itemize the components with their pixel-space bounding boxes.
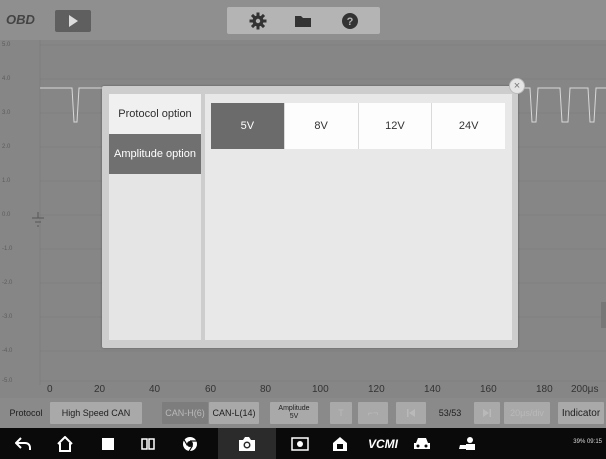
- svg-text:?: ?: [347, 16, 354, 28]
- folder-button[interactable]: [292, 10, 314, 32]
- amplitude-option-24v[interactable]: 24V: [432, 103, 505, 149]
- next-frame-button[interactable]: [474, 402, 500, 424]
- amplitude-dialog: Protocol option Amplitude option 5V 8V 1…: [102, 86, 518, 348]
- amplitude-value: 5V: [289, 413, 299, 420]
- browser-button[interactable]: [180, 434, 200, 454]
- option-values-panel: 5V 8V 12V 24V: [205, 94, 512, 340]
- vehicle-button[interactable]: [412, 434, 432, 454]
- x-axis-label: 40: [149, 384, 161, 395]
- x-axis-label: 180: [536, 384, 553, 395]
- page-counter: 53/53: [438, 408, 462, 418]
- play-button[interactable]: [55, 10, 91, 32]
- y-axis-label: -4.0: [2, 348, 13, 354]
- gear-icon: [249, 12, 267, 30]
- x-axis-label: 100: [312, 384, 329, 395]
- protocol-label: Protocol: [9, 408, 43, 418]
- amplitude-option-12v[interactable]: 12V: [358, 103, 433, 149]
- toolbar-button-group: ?: [227, 7, 380, 34]
- car-icon: [414, 438, 430, 449]
- control-bar: Protocol High Speed CAN CAN-H(6) CAN-L(1…: [0, 398, 606, 428]
- trigger-edge-button[interactable]: ⌐¬: [358, 402, 388, 424]
- amplitude-label: Amplitude: [278, 405, 310, 412]
- close-icon: ×: [513, 79, 521, 92]
- can-h-button[interactable]: CAN-H(6): [162, 402, 208, 424]
- screenshot-button[interactable]: [218, 428, 276, 459]
- skip-back-icon: [407, 409, 415, 417]
- amplitude-options: 5V 8V 12V 24V: [211, 103, 505, 149]
- x-axis-label: 200μs: [571, 384, 599, 395]
- remote-expert-button[interactable]: [457, 434, 477, 454]
- y-axis-label: -5.0: [2, 378, 13, 384]
- y-axis-label: 1.0: [2, 178, 11, 184]
- amplitude-option-5v[interactable]: 5V: [211, 103, 285, 149]
- help-button[interactable]: ?: [339, 10, 361, 32]
- top-toolbar: OBD ?: [0, 0, 606, 40]
- home-button[interactable]: [55, 434, 75, 454]
- split-screen-icon: [141, 438, 155, 450]
- recent-apps-button[interactable]: [98, 434, 118, 454]
- x-axis-label: 80: [260, 384, 272, 395]
- camera-icon: [239, 437, 255, 451]
- x-axis-label: 20: [94, 384, 106, 395]
- x-axis-label: 0: [47, 384, 53, 395]
- protocol-select[interactable]: High Speed CAN: [50, 402, 142, 424]
- screen-record-icon: [291, 437, 309, 451]
- settings-button[interactable]: [247, 10, 269, 32]
- user-car-icon: [459, 437, 475, 450]
- vcmi-button[interactable]: VCMI: [365, 434, 401, 454]
- prev-frame-button[interactable]: [396, 402, 426, 424]
- obd-logo: OBD: [6, 12, 35, 27]
- can-l-button[interactable]: CAN-L(14): [209, 402, 259, 424]
- system-nav-bar: VCMI 39% 09:15: [0, 428, 606, 459]
- status-bar-text: 39% 09:15: [573, 439, 602, 445]
- maxifix-button[interactable]: [330, 434, 350, 454]
- amplitude-button[interactable]: Amplitude 5V: [270, 402, 318, 424]
- protocol-option-tab[interactable]: Protocol option: [109, 94, 201, 134]
- x-axis-label: 120: [368, 384, 385, 395]
- skip-forward-icon: [483, 409, 491, 417]
- back-icon: [15, 437, 31, 450]
- y-axis-label: 4.0: [2, 76, 11, 82]
- time-div-button[interactable]: 20μs/div: [504, 402, 550, 424]
- play-icon: [69, 15, 78, 27]
- indicator-button[interactable]: Indicator: [558, 402, 604, 424]
- split-screen-button[interactable]: [138, 434, 158, 454]
- y-axis-label: 5.0: [2, 42, 11, 48]
- trigger-t-button[interactable]: T: [330, 402, 352, 424]
- chrome-icon: [183, 437, 197, 452]
- option-category-list: Protocol option Amplitude option: [109, 94, 201, 340]
- y-axis-label: 3.0: [2, 110, 11, 116]
- maxifix-icon: [333, 437, 347, 451]
- amplitude-option-tab[interactable]: Amplitude option: [109, 134, 201, 174]
- y-axis-label: -2.0: [2, 280, 13, 286]
- folder-icon: [295, 16, 311, 27]
- recent-apps-icon: [102, 438, 114, 450]
- x-axis-label: 60: [205, 384, 217, 395]
- screen-record-button[interactable]: [290, 434, 310, 454]
- y-axis-label: 0.0: [2, 212, 11, 218]
- y-axis-label: 2.0: [2, 144, 11, 150]
- camera-icon-wrap: [237, 434, 257, 454]
- x-axis-label: 160: [480, 384, 497, 395]
- y-axis-label: -1.0: [2, 246, 13, 252]
- y-axis-label: -3.0: [2, 314, 13, 320]
- amplitude-option-8v[interactable]: 8V: [284, 103, 359, 149]
- x-axis-label: 140: [424, 384, 441, 395]
- home-icon: [57, 436, 73, 452]
- back-button[interactable]: [13, 434, 33, 454]
- help-icon: ?: [342, 13, 358, 29]
- vcmi-icon: VCMI: [368, 437, 398, 451]
- close-dialog-button[interactable]: ×: [509, 78, 525, 94]
